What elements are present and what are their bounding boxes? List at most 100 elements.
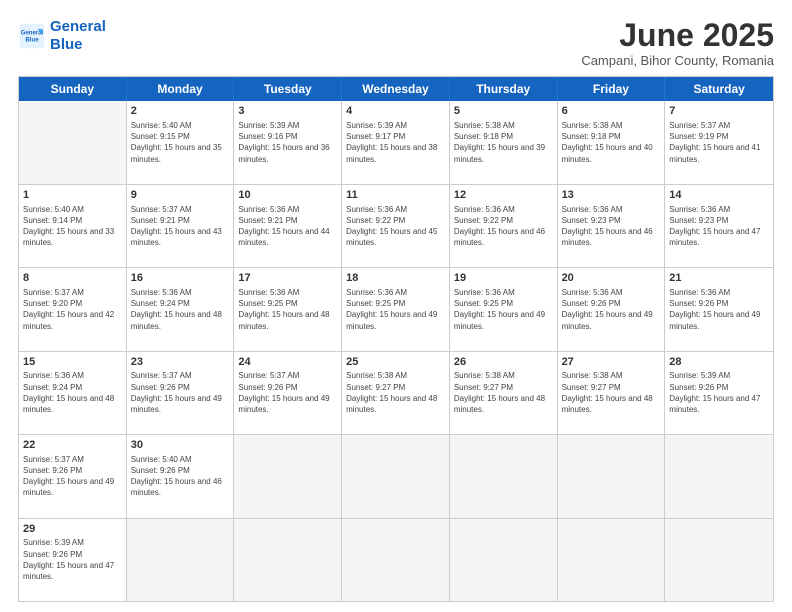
- day-info: Sunrise: 5:39 AMSunset: 9:26 PMDaylight:…: [23, 537, 122, 582]
- calendar-cell: [665, 519, 773, 601]
- day-number: 22: [23, 438, 122, 453]
- day-number: 3: [238, 104, 337, 119]
- day-number: 5: [454, 104, 553, 119]
- calendar-row-5: 29Sunrise: 5:39 AMSunset: 9:26 PMDayligh…: [19, 518, 773, 601]
- calendar-cell: [558, 519, 666, 601]
- calendar-cell: [234, 519, 342, 601]
- header-day-tuesday: Tuesday: [234, 77, 342, 101]
- day-number: 25: [346, 355, 445, 370]
- day-number: 19: [454, 271, 553, 286]
- calendar-cell: 15Sunrise: 5:36 AMSunset: 9:24 PMDayligh…: [19, 352, 127, 434]
- calendar-cell: 23Sunrise: 5:37 AMSunset: 9:26 PMDayligh…: [127, 352, 235, 434]
- day-number: 16: [131, 271, 230, 286]
- day-info: Sunrise: 5:36 AMSunset: 9:24 PMDaylight:…: [23, 370, 122, 415]
- svg-text:Blue: Blue: [25, 36, 39, 43]
- day-info: Sunrise: 5:36 AMSunset: 9:24 PMDaylight:…: [131, 287, 230, 332]
- day-info: Sunrise: 5:36 AMSunset: 9:22 PMDaylight:…: [454, 204, 553, 249]
- calendar-cell: [558, 435, 666, 517]
- day-info: Sunrise: 5:39 AMSunset: 9:26 PMDaylight:…: [669, 370, 769, 415]
- calendar-cell: 6Sunrise: 5:38 AMSunset: 9:18 PMDaylight…: [558, 101, 666, 183]
- calendar-cell: 16Sunrise: 5:36 AMSunset: 9:24 PMDayligh…: [127, 268, 235, 350]
- calendar-cell: [450, 519, 558, 601]
- day-number: 13: [562, 188, 661, 203]
- day-number: 17: [238, 271, 337, 286]
- logo-blue: Blue: [50, 36, 83, 53]
- header-day-sunday: Sunday: [19, 77, 127, 101]
- day-info: Sunrise: 5:36 AMSunset: 9:26 PMDaylight:…: [562, 287, 661, 332]
- calendar-cell: 19Sunrise: 5:36 AMSunset: 9:25 PMDayligh…: [450, 268, 558, 350]
- calendar-cell: 12Sunrise: 5:36 AMSunset: 9:22 PMDayligh…: [450, 185, 558, 267]
- header-day-wednesday: Wednesday: [342, 77, 450, 101]
- day-number: 30: [131, 438, 230, 453]
- calendar-cell: 8Sunrise: 5:37 AMSunset: 9:20 PMDaylight…: [19, 268, 127, 350]
- calendar-cell: 14Sunrise: 5:36 AMSunset: 9:23 PMDayligh…: [665, 185, 773, 267]
- calendar-cell: 11Sunrise: 5:36 AMSunset: 9:22 PMDayligh…: [342, 185, 450, 267]
- location: Campani, Bihor County, Romania: [581, 53, 774, 68]
- calendar-cell: 3Sunrise: 5:39 AMSunset: 9:16 PMDaylight…: [234, 101, 342, 183]
- day-number: 20: [562, 271, 661, 286]
- day-number: 11: [346, 188, 445, 203]
- calendar-cell: 17Sunrise: 5:36 AMSunset: 9:25 PMDayligh…: [234, 268, 342, 350]
- day-info: Sunrise: 5:36 AMSunset: 9:25 PMDaylight:…: [454, 287, 553, 332]
- header-day-monday: Monday: [127, 77, 235, 101]
- day-info: Sunrise: 5:39 AMSunset: 9:17 PMDaylight:…: [346, 120, 445, 165]
- calendar-cell: [665, 435, 773, 517]
- calendar-row-3: 15Sunrise: 5:36 AMSunset: 9:24 PMDayligh…: [19, 351, 773, 434]
- calendar-cell: 18Sunrise: 5:36 AMSunset: 9:25 PMDayligh…: [342, 268, 450, 350]
- calendar-cell: 24Sunrise: 5:37 AMSunset: 9:26 PMDayligh…: [234, 352, 342, 434]
- calendar-cell: [234, 435, 342, 517]
- calendar-cell: [19, 101, 127, 183]
- calendar-row-1: 1Sunrise: 5:40 AMSunset: 9:14 PMDaylight…: [19, 184, 773, 267]
- header-day-saturday: Saturday: [665, 77, 773, 101]
- day-info: Sunrise: 5:38 AMSunset: 9:27 PMDaylight:…: [346, 370, 445, 415]
- day-info: Sunrise: 5:40 AMSunset: 9:14 PMDaylight:…: [23, 204, 122, 249]
- day-number: 2: [131, 104, 230, 119]
- calendar-cell: 26Sunrise: 5:38 AMSunset: 9:27 PMDayligh…: [450, 352, 558, 434]
- header-day-friday: Friday: [558, 77, 666, 101]
- day-info: Sunrise: 5:37 AMSunset: 9:21 PMDaylight:…: [131, 204, 230, 249]
- day-info: Sunrise: 5:37 AMSunset: 9:19 PMDaylight:…: [669, 120, 769, 165]
- day-number: 12: [454, 188, 553, 203]
- calendar-cell: 25Sunrise: 5:38 AMSunset: 9:27 PMDayligh…: [342, 352, 450, 434]
- calendar-cell: 20Sunrise: 5:36 AMSunset: 9:26 PMDayligh…: [558, 268, 666, 350]
- calendar-cell: 2Sunrise: 5:40 AMSunset: 9:15 PMDaylight…: [127, 101, 235, 183]
- header: General Blue General Blue June 2025 Camp…: [18, 18, 774, 68]
- day-number: 6: [562, 104, 661, 119]
- calendar-cell: 5Sunrise: 5:38 AMSunset: 9:18 PMDaylight…: [450, 101, 558, 183]
- logo-text: General Blue: [50, 18, 106, 54]
- calendar-row-0: 2Sunrise: 5:40 AMSunset: 9:15 PMDaylight…: [19, 101, 773, 183]
- calendar-cell: 4Sunrise: 5:39 AMSunset: 9:17 PMDaylight…: [342, 101, 450, 183]
- day-info: Sunrise: 5:38 AMSunset: 9:18 PMDaylight:…: [562, 120, 661, 165]
- calendar-cell: 21Sunrise: 5:36 AMSunset: 9:26 PMDayligh…: [665, 268, 773, 350]
- day-info: Sunrise: 5:36 AMSunset: 9:25 PMDaylight:…: [238, 287, 337, 332]
- day-number: 4: [346, 104, 445, 119]
- calendar-cell: 10Sunrise: 5:36 AMSunset: 9:21 PMDayligh…: [234, 185, 342, 267]
- calendar-cell: 28Sunrise: 5:39 AMSunset: 9:26 PMDayligh…: [665, 352, 773, 434]
- calendar-cell: 13Sunrise: 5:36 AMSunset: 9:23 PMDayligh…: [558, 185, 666, 267]
- day-number: 15: [23, 355, 122, 370]
- day-number: 24: [238, 355, 337, 370]
- day-info: Sunrise: 5:39 AMSunset: 9:16 PMDaylight:…: [238, 120, 337, 165]
- logo-general: General: [50, 18, 106, 35]
- day-info: Sunrise: 5:36 AMSunset: 9:23 PMDaylight:…: [562, 204, 661, 249]
- day-number: 18: [346, 271, 445, 286]
- calendar-cell: [127, 519, 235, 601]
- day-number: 23: [131, 355, 230, 370]
- calendar-row-2: 8Sunrise: 5:37 AMSunset: 9:20 PMDaylight…: [19, 267, 773, 350]
- calendar-cell: 27Sunrise: 5:38 AMSunset: 9:27 PMDayligh…: [558, 352, 666, 434]
- calendar-cell: 29Sunrise: 5:39 AMSunset: 9:26 PMDayligh…: [19, 519, 127, 601]
- day-number: 26: [454, 355, 553, 370]
- month-title: June 2025: [581, 18, 774, 53]
- logo: General Blue General Blue: [18, 18, 106, 54]
- calendar-cell: [342, 519, 450, 601]
- calendar: SundayMondayTuesdayWednesdayThursdayFrid…: [18, 76, 774, 602]
- day-info: Sunrise: 5:37 AMSunset: 9:26 PMDaylight:…: [23, 454, 122, 499]
- day-number: 27: [562, 355, 661, 370]
- day-info: Sunrise: 5:38 AMSunset: 9:27 PMDaylight:…: [454, 370, 553, 415]
- day-info: Sunrise: 5:36 AMSunset: 9:25 PMDaylight:…: [346, 287, 445, 332]
- logo-icon: General Blue: [18, 22, 46, 50]
- calendar-cell: [450, 435, 558, 517]
- day-info: Sunrise: 5:40 AMSunset: 9:15 PMDaylight:…: [131, 120, 230, 165]
- day-info: Sunrise: 5:37 AMSunset: 9:26 PMDaylight:…: [238, 370, 337, 415]
- day-info: Sunrise: 5:40 AMSunset: 9:26 PMDaylight:…: [131, 454, 230, 499]
